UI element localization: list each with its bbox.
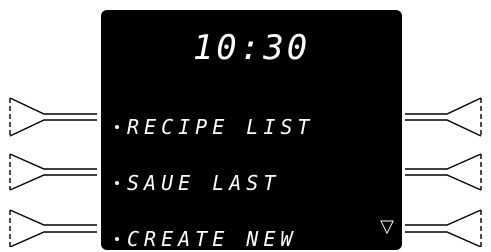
menu-item-label: RECIPE LIST [127,115,315,139]
softkey-left-1[interactable] [9,97,97,137]
softkey-left-2[interactable] [9,153,97,191]
softkey-right-3[interactable] [405,209,482,247]
softkey-right-2[interactable] [405,153,482,191]
softkey-left-3[interactable] [9,209,97,247]
clock-time: 10:30 [192,28,311,68]
menu-item-save-last[interactable]: SAUE LAST [115,170,280,196]
bullet-icon [115,237,119,241]
bullet-icon [115,181,119,185]
menu-item-recipe-list[interactable]: RECIPE LIST [115,114,314,140]
softkey-right-1[interactable] [405,97,482,137]
menu-item-label: SAUE LAST [127,171,281,195]
display-screen: 10:30 RECIPE LIST SAUE LAST CREATE NEW ▽ [101,10,402,252]
menu-item-label: CREATE NEW [127,227,298,251]
menu-item-create-new[interactable]: CREATE NEW [115,226,297,252]
bullet-icon [115,125,119,129]
scroll-down-icon[interactable]: ▽ [380,216,394,237]
